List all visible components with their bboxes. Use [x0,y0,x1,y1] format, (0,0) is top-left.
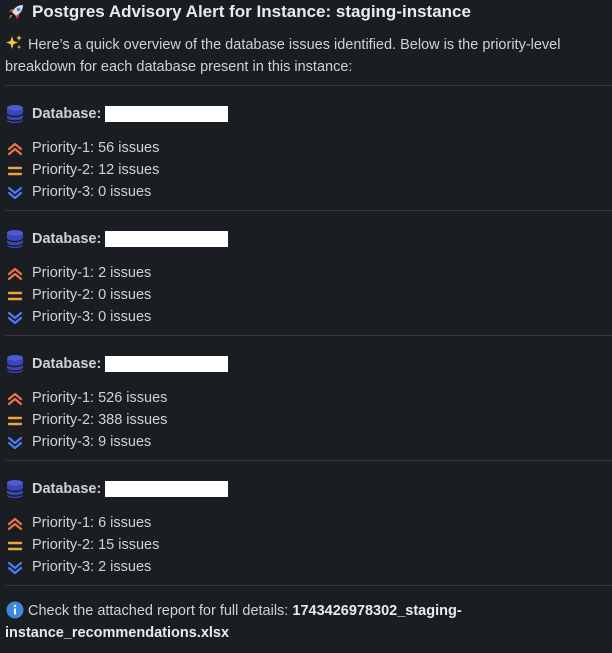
intro-text-block: Here’s a quick overview of the database … [5,34,605,78]
redacted-database-name [105,356,229,372]
divider [5,210,612,211]
divider [5,335,612,336]
database-label: Database: [32,481,102,497]
database-header: Database: [5,103,612,125]
priority-row: Priority-2: 12 issues [5,159,612,181]
double-chevron-up-icon [6,391,24,406]
double-chevron-up-icon [6,141,24,156]
database-icon [6,354,24,374]
equals-icon [6,413,24,427]
redacted-database-name [105,481,229,497]
database-header: Database: [5,478,612,500]
database-icon [6,104,24,124]
intro-text: Here’s a quick overview of the database … [5,37,561,75]
priority-label: Priority-3: 9 issues [32,434,152,450]
database-block: Database: Priority-1: 6 issues Priority-2:… [5,478,612,578]
divider [5,460,612,461]
double-chevron-down-icon [6,560,24,575]
priority-row: Priority-3: 9 issues [5,431,612,453]
priority-row: Priority-2: 15 issues [5,534,612,556]
priority-label: Priority-3: 2 issues [32,559,152,575]
double-chevron-down-icon [6,435,24,450]
double-chevron-up-icon [6,516,24,531]
equals-icon [6,288,24,302]
priority-row: Priority-1: 56 issues [5,137,612,159]
database-header: Database: [5,228,612,250]
database-label: Database: [32,231,102,247]
priority-row: Priority-1: 6 issues [5,512,612,534]
priority-label: Priority-2: 12 issues [32,162,160,178]
message-body: Postgres Advisory Alert for Instance: st… [0,0,612,644]
priority-label: Priority-1: 6 issues [32,515,152,531]
rocket-icon [5,1,27,23]
double-chevron-down-icon [6,185,24,200]
priority-row: Priority-1: 2 issues [5,262,612,284]
alert-title-row: Postgres Advisory Alert for Instance: st… [5,0,612,24]
priority-row: Priority-3: 0 issues [5,181,612,203]
redacted-database-name [105,231,229,247]
sparkles-icon [6,35,22,49]
alert-title: Postgres Advisory Alert for Instance: st… [32,2,471,21]
database-list: Database: Priority-1: 56 issues Priority-2… [5,85,612,578]
divider [5,585,612,586]
priority-row: Priority-2: 0 issues [5,284,612,306]
priority-label: Priority-1: 526 issues [32,390,168,406]
priority-label: Priority-3: 0 issues [32,309,152,325]
priority-row: Priority-3: 2 issues [5,556,612,578]
priority-row: Priority-3: 0 issues [5,306,612,328]
priority-label: Priority-2: 15 issues [32,537,160,553]
equals-icon [6,163,24,177]
redacted-database-name [105,106,229,122]
footer-block: Check the attached report for full detai… [5,600,605,644]
priority-label: Priority-2: 0 issues [32,287,152,303]
database-block: Database: Priority-1: 526 issues Priority-… [5,353,612,453]
database-block: Database: Priority-1: 2 issues Priority-2:… [5,228,612,328]
footer-text: Check the attached report for full detai… [28,603,289,619]
database-icon [6,229,24,249]
double-chevron-down-icon [6,310,24,325]
database-icon [6,479,24,499]
database-label: Database: [32,106,102,122]
priority-row: Priority-2: 388 issues [5,409,612,431]
equals-icon [6,538,24,552]
priority-label: Priority-2: 388 issues [32,412,168,428]
database-header: Database: [5,353,612,375]
priority-row: Priority-1: 526 issues [5,387,612,409]
info-icon [6,601,24,619]
divider [5,85,612,86]
database-block: Database: Priority-1: 56 issues Priority-2… [5,103,612,203]
priority-label: Priority-1: 56 issues [32,140,160,156]
priority-label: Priority-1: 2 issues [32,265,152,281]
database-label: Database: [32,356,102,372]
priority-label: Priority-3: 0 issues [32,184,152,200]
double-chevron-up-icon [6,266,24,281]
